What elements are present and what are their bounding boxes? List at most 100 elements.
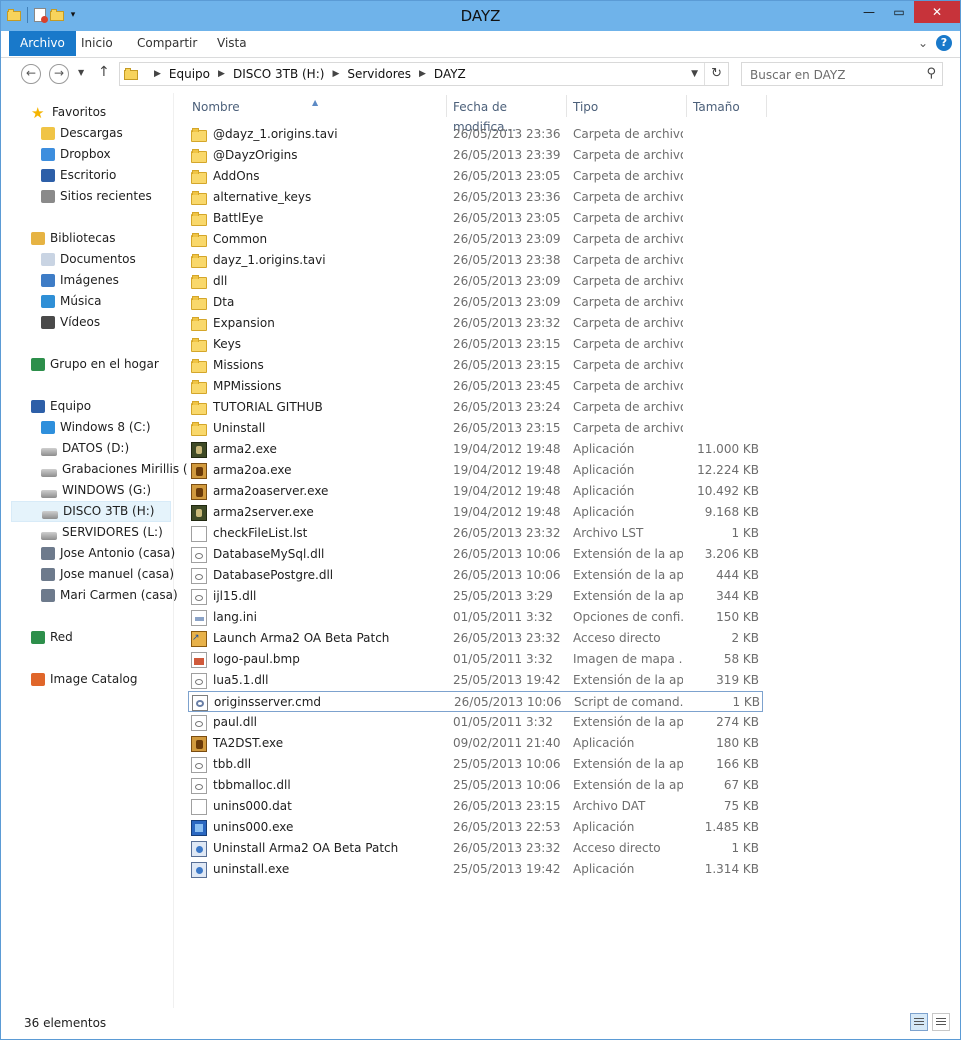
sidebar-item-equipo[interactable]: Equipo <box>31 396 91 417</box>
search-box[interactable]: ⚲ <box>741 62 943 86</box>
breadcrumb-dayz[interactable]: DAYZ <box>434 63 466 85</box>
sidebar-item-escritorio[interactable]: Escritorio <box>41 165 116 186</box>
expand-ribbon-icon[interactable]: ⌄ <box>918 36 928 50</box>
sidebar-item-sitios-recientes[interactable]: Sitios recientes <box>41 186 152 207</box>
table-row[interactable]: Uninstall Arma2 OA Beta Patch 26/05/2013 … <box>188 838 763 859</box>
table-row[interactable]: MPMissions 26/05/2013 23:45 Carpeta de arc… <box>188 376 763 397</box>
table-row[interactable]: DatabasePostgre.dll 26/05/2013 10:06 Exten… <box>188 565 763 586</box>
sidebar-item-vídeos[interactable]: Vídeos <box>41 312 100 333</box>
breadcrumb-disco-3tb[interactable]: DISCO 3TB (H:) <box>233 63 324 85</box>
table-row[interactable]: Launch Arma2 OA Beta Patch 26/05/2013 23:… <box>188 628 763 649</box>
sidebar-item-servidores-l[interactable]: SERVIDORES (L:) <box>41 522 163 543</box>
folder-icon <box>191 379 207 395</box>
table-row[interactable]: Missions 26/05/2013 23:15 Carpeta de archi… <box>188 355 763 376</box>
table-row[interactable]: dayz_1.origins.tavi 26/05/2013 23:38 Carpe… <box>188 250 763 271</box>
recent-locations-icon[interactable]: ▼ <box>78 68 84 77</box>
customize-toolbar-icon[interactable]: ▾ <box>68 10 78 20</box>
chevron-down-icon[interactable]: ▼ <box>691 63 698 85</box>
sidebar-item-label: Jose Antonio (casa) <box>60 546 176 560</box>
sidebar-item-música[interactable]: Música <box>41 291 102 312</box>
table-row[interactable]: uninstall.exe 25/05/2013 19:42 Aplicación 1… <box>188 859 763 880</box>
table-row[interactable]: ijl15.dll 25/05/2013 3:29 Extensión de la … <box>188 586 763 607</box>
forward-button[interactable]: → <box>49 64 69 84</box>
close-button[interactable]: ✕ <box>914 1 960 23</box>
chevron-right-icon[interactable]: ▶ <box>419 63 426 85</box>
table-row[interactable]: tbbmalloc.dll 25/05/2013 10:06 Extensión d… <box>188 775 763 796</box>
folder-icon[interactable] <box>7 9 21 21</box>
sidebar-item-datos-d[interactable]: DATOS (D:) <box>41 438 129 459</box>
column-divider[interactable] <box>766 95 767 117</box>
sidebar-item-imágenes[interactable]: Imágenes <box>41 270 119 291</box>
table-row[interactable]: lua5.1.dll 25/05/2013 19:42 Extensión de l… <box>188 670 763 691</box>
table-row[interactable]: dll 26/05/2013 23:09 Carpeta de archivos <box>188 271 763 292</box>
table-row[interactable]: paul.dll 01/05/2011 3:32 Extensión de la a… <box>188 712 763 733</box>
column-header-nombre[interactable]: Nombre ▲ <box>184 97 446 117</box>
table-row[interactable]: Dta 26/05/2013 23:09 Carpeta de archivos <box>188 292 763 313</box>
sidebar-item-disco-3tb-h[interactable]: DISCO 3TB (H:) <box>11 501 171 522</box>
table-row[interactable]: Common 26/05/2013 23:09 Carpeta de archivo… <box>188 229 763 250</box>
back-button[interactable]: ← <box>21 64 41 84</box>
table-row[interactable]: tbb.dll 25/05/2013 10:06 Extensión de la a… <box>188 754 763 775</box>
table-row[interactable]: lang.ini 01/05/2011 3:32 Opciones de confi… <box>188 607 763 628</box>
table-row[interactable]: arma2.exe 19/04/2012 19:48 Aplicación 11.00… <box>188 439 763 460</box>
sidebar-item-grupo-en-el-hogar[interactable]: Grupo en el hogar <box>31 354 159 375</box>
table-row[interactable]: checkFileList.lst 26/05/2013 23:32 Archivo… <box>188 523 763 544</box>
table-row[interactable]: logo-paul.bmp 01/05/2011 3:32 Imagen de ma… <box>188 649 763 670</box>
tab-vista[interactable]: Vista <box>207 31 257 56</box>
new-folder-icon[interactable] <box>50 9 64 21</box>
table-row[interactable]: Uninstall 26/05/2013 23:15 Carpeta de arch… <box>188 418 763 439</box>
minimize-button[interactable]: — <box>854 1 884 23</box>
sidebar-item-windows-g[interactable]: WINDOWS (G:) <box>41 480 151 501</box>
search-icon[interactable]: ⚲ <box>926 66 936 81</box>
refresh-icon[interactable]: ↻ <box>704 63 722 85</box>
tab-archivo[interactable]: Archivo <box>9 31 76 56</box>
file-type: Carpeta de archivos <box>573 274 683 288</box>
tab-inicio[interactable]: Inicio <box>71 31 123 56</box>
properties-icon[interactable] <box>34 8 48 23</box>
sidebar-item-red[interactable]: Red <box>31 627 73 648</box>
table-row[interactable]: arma2oaserver.exe 19/04/2012 19:48 Aplicac… <box>188 481 763 502</box>
chevron-right-icon[interactable]: ▶ <box>332 63 339 85</box>
table-row[interactable]: TA2DST.exe 09/02/2011 21:40 Aplicación 180 … <box>188 733 763 754</box>
table-row[interactable]: AddOns 26/05/2013 23:05 Carpeta de archivo… <box>188 166 763 187</box>
sidebar-item-jose-manuel-casa[interactable]: Jose manuel (casa) <box>41 564 174 585</box>
tab-compartir[interactable]: Compartir <box>127 31 207 56</box>
sidebar-item-descargas[interactable]: Descargas <box>41 123 123 144</box>
chevron-right-icon[interactable]: ▶ <box>154 63 161 85</box>
maximize-button[interactable]: ▭ <box>884 1 914 23</box>
table-row[interactable]: @DayzOrigins 26/05/2013 23:39 Carpeta de a… <box>188 145 763 166</box>
sidebar-item-documentos[interactable]: Documentos <box>41 249 136 270</box>
table-row[interactable]: DatabaseMySql.dll 26/05/2013 10:06 Extensi… <box>188 544 763 565</box>
sidebar-item-bibliotecas[interactable]: Bibliotecas <box>31 228 115 249</box>
table-row[interactable]: BattlEye 26/05/2013 23:05 Carpeta de archi… <box>188 208 763 229</box>
table-row[interactable]: Expansion 26/05/2013 23:32 Carpeta de arch… <box>188 313 763 334</box>
table-row[interactable]: arma2oa.exe 19/04/2012 19:48 Aplicación 12.… <box>188 460 763 481</box>
table-row[interactable]: originsserver.cmd 26/05/2013 10:06 Script … <box>188 691 763 712</box>
address-bar[interactable]: ▶ Equipo ▶ DISCO 3TB (H:) ▶ Servidores ▶… <box>119 62 729 86</box>
sidebar-item-mari-carmen-casa[interactable]: Mari Carmen (casa) <box>41 585 178 606</box>
breadcrumb-equipo[interactable]: Equipo <box>169 63 210 85</box>
breadcrumb-servidores[interactable]: Servidores <box>347 63 411 85</box>
column-header-tamano[interactable]: Tamaño <box>685 97 765 117</box>
search-input[interactable] <box>748 65 920 85</box>
table-row[interactable]: TUTORIAL GITHUB 26/05/2013 23:24 Carpeta d… <box>188 397 763 418</box>
column-header-fecha[interactable]: Fecha de modifica... <box>445 97 565 134</box>
table-row[interactable]: alternative_keys 26/05/2013 23:36 Carpeta … <box>188 187 763 208</box>
sidebar-item-jose-antonio-casa[interactable]: Jose Antonio (casa) <box>41 543 175 564</box>
table-row[interactable]: arma2server.exe 19/04/2012 19:48 Aplicació… <box>188 502 763 523</box>
chevron-right-icon[interactable]: ▶ <box>218 63 225 85</box>
table-row[interactable]: @dayz_1.origins.tavi 26/05/2013 23:36 Carp… <box>188 124 763 145</box>
sidebar-item-favoritos[interactable]: ★ Favoritos <box>31 102 106 123</box>
up-button[interactable]: ↑ <box>98 64 110 80</box>
details-view-button[interactable] <box>910 1013 928 1031</box>
sidebar-item-image-catalog[interactable]: Image Catalog <box>31 669 137 690</box>
sidebar-item-windows-8-c[interactable]: Windows 8 (C:) <box>41 417 151 438</box>
table-row[interactable]: unins000.dat 26/05/2013 23:15 Archivo DAT 7… <box>188 796 763 817</box>
sidebar-item-grabaciones-mirillis[interactable]: Grabaciones Mirillis ( <box>41 459 188 480</box>
help-icon[interactable]: ? <box>936 35 952 51</box>
sidebar-item-dropbox[interactable]: Dropbox <box>41 144 111 165</box>
large-icons-view-button[interactable] <box>932 1013 950 1031</box>
column-header-tipo[interactable]: Tipo <box>565 97 685 117</box>
table-row[interactable]: unins000.exe 26/05/2013 22:53 Aplicación 1.… <box>188 817 763 838</box>
table-row[interactable]: Keys 26/05/2013 23:15 Carpeta de archivos <box>188 334 763 355</box>
